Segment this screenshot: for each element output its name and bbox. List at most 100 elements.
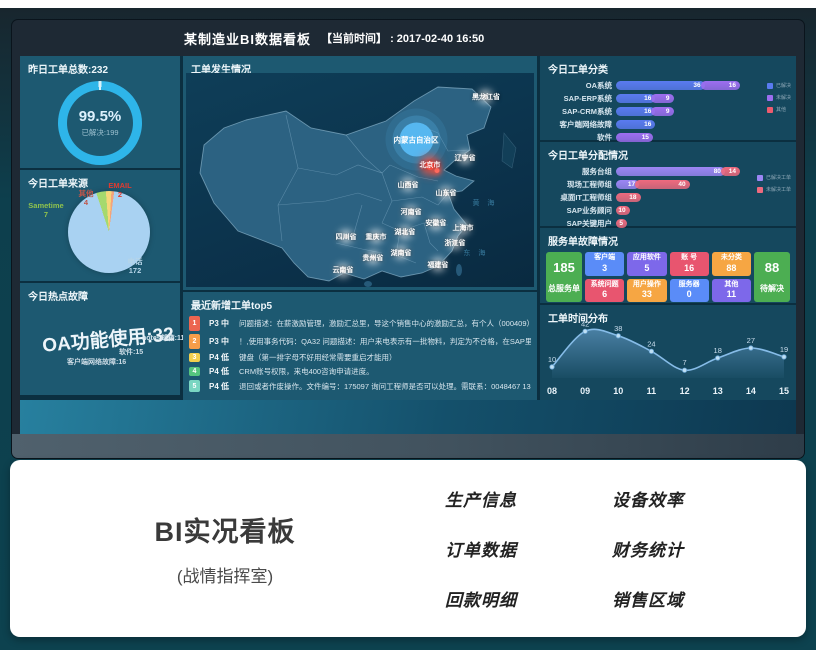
data-point[interactable] [682, 368, 686, 372]
china-map[interactable]: 黑龙江省内蒙古自治区辽宁省北京市山西省山东省河南省安徽省上海市四川省重庆市湖北省… [186, 73, 534, 287]
fault-tile: 其他11 [712, 279, 751, 303]
menu-item[interactable]: 生产信息 [445, 486, 517, 511]
priority-badge: 1 [189, 316, 200, 331]
panel-title: 最近新增工单top5 [183, 292, 537, 312]
bar-label: SAP业务顾问 [546, 205, 612, 216]
tile-total-orders: 185 总服务单 [546, 252, 582, 302]
bar-label: 现场工程师组 [546, 179, 612, 190]
data-point[interactable] [749, 346, 753, 350]
top5-row[interactable]: 2P3 中！,使用事务代码：QA32 问题描述：用户来电表示有一批物料，判定为不… [189, 334, 531, 349]
bar-row: SAP-CRM系统169 [546, 105, 790, 118]
bar-track: 3616 [616, 81, 740, 90]
panel-title: 今日工单分类 [540, 56, 796, 76]
data-point[interactable] [583, 329, 587, 333]
data-point[interactable] [649, 349, 653, 353]
map-marker-province[interactable]: 重庆市 [366, 232, 387, 242]
bar-label: SAP-CRM系统 [546, 106, 612, 117]
map-marker-province[interactable]: 山西省 [398, 180, 419, 190]
bar-row: 客户端网络故障16 [546, 118, 790, 131]
top5-row[interactable]: 1P3 中问题描述：在薪激励管理，激励汇总里，导这个销售中心的激励汇总，有个人（… [189, 316, 531, 331]
ticket-text: CRM账号权限，来电400咨询申请进度。 [239, 366, 531, 377]
marker-label: 云南省 [332, 265, 353, 275]
map-marker-province[interactable]: 贵州省 [362, 253, 383, 263]
bar-segment: 16 [616, 94, 655, 103]
data-point[interactable] [782, 355, 786, 359]
card-menu: 生产信息 设备效率订单数据 财务统计回款明细 销售区域 [445, 486, 684, 611]
map-marker-bubble[interactable]: 内蒙古自治区 [394, 134, 439, 145]
map-marker-province[interactable]: 湖北省 [394, 227, 415, 237]
donut-chart: 99.5% 已解决:199 [58, 81, 142, 165]
point-value-label: 10 [548, 355, 556, 364]
tile-value: 5 [644, 263, 649, 274]
data-point[interactable] [716, 356, 720, 360]
map-marker-province[interactable]: 福建省 [427, 260, 448, 270]
menu-item[interactable]: 订单数据 [445, 536, 517, 561]
ticket-text: 问题描述：在薪激励管理，激励汇总里，导这个销售中心的激励汇总，有个人（00040… [239, 318, 531, 329]
map-marker-province[interactable]: 安徽省 [425, 218, 446, 228]
fault-tile: 应用软件5 [627, 252, 666, 276]
menu-item[interactable]: 财务统计 [612, 536, 684, 561]
priority-label: P3 中 [209, 336, 239, 347]
ticket-text: ！,使用事务代码：QA32 问题描述：用户来电表示有一批物料，判定为不合格，在S… [239, 336, 531, 347]
bar-segment: 9 [651, 107, 673, 116]
map-marker-capital[interactable]: 北京市 [419, 160, 440, 170]
dashboard-header: 某制造业BI数据看板 【当前时间】 : 2017-02-40 16:50 [12, 20, 804, 56]
menu-item[interactable]: 销售区域 [612, 586, 684, 611]
bar-track: 1740 [616, 180, 690, 189]
top5-row[interactable]: 3P4 低键盘（第一排字母不好用经常需要重启才能用） [189, 352, 531, 363]
bar-chart-classify: OA系统3616SAP-ERP系统169SAP-CRM系统169客户端网络故障1… [540, 76, 796, 144]
point-value-label: 7 [682, 358, 686, 367]
panel-hotspot-faults: 今日热点故障 OA功能使用:32notes邮箱:11软件:15客户端网络故障:1… [20, 283, 180, 395]
bar-row: OA系统3616 [546, 79, 790, 92]
marker-label: 山东省 [435, 188, 456, 198]
map-marker-province[interactable]: 湖南省 [391, 248, 412, 258]
map-marker-province[interactable]: 山东省 [435, 188, 456, 198]
bar-row: 服务台组8014 [546, 165, 790, 178]
legend-item: 已解决 [767, 82, 791, 89]
pie-slice-label: Sametime7 [28, 202, 63, 219]
bar-row: 现场工程师组 1740 [546, 178, 790, 191]
top5-row[interactable]: 5P4 低退回或者作废操作。文件编号：175097 询问工程师是否可以处理。需联… [189, 380, 531, 392]
tile-label: 用户操作 [633, 281, 661, 289]
tile-label: 其他 [724, 281, 738, 289]
point-value-label: 42 [581, 320, 589, 328]
map-marker-province[interactable]: 河南省 [401, 207, 422, 217]
bar-track: 5 [616, 219, 627, 228]
tile-value: 11 [727, 289, 737, 300]
panel-title: 今日工单来源 [20, 170, 180, 190]
map-marker-province[interactable]: 四川省 [336, 232, 357, 242]
cloud-word: notes邮箱:11 [142, 333, 184, 343]
map-marker-province[interactable]: 上海市 [453, 223, 474, 233]
bar-segment: 80 [616, 167, 725, 176]
dashboard-current-time: 【当前时间】 : 2017-02-40 16:50 [321, 30, 484, 46]
line-chart-time: 1008420938102411712181327141915 [544, 320, 792, 398]
dashboard-screen: 昨日工单总数:232 99.5% 已解决:199 今日工单来源 Sametime… [20, 56, 796, 400]
fault-tile: 用户操作33 [627, 279, 666, 303]
priority-badge: 4 [189, 367, 200, 376]
legend-swatch [767, 95, 773, 101]
top5-row[interactable]: 4P4 低CRM账号权限，来电400咨询申请进度。 [189, 366, 531, 377]
legend-swatch [757, 187, 763, 193]
fault-tiles: 185 总服务单 客户端3应用软件5账 号16未分类88系统问题6用户操作33服… [540, 248, 796, 302]
map-marker-province[interactable]: 云南省 [332, 265, 353, 275]
data-point[interactable] [616, 334, 620, 338]
menu-item[interactable]: 回款明细 [445, 586, 517, 611]
panel-order-classification: 今日工单分类 OA系统3616SAP-ERP系统169SAP-CRM系统169客… [540, 56, 796, 140]
bar-segment: 10 [616, 206, 630, 215]
menu-item[interactable]: 设备效率 [612, 486, 684, 511]
marker-label: 黑龙江省 [472, 92, 500, 102]
bar-segment: 9 [651, 94, 673, 103]
sea-label: 黄 海 [472, 198, 497, 208]
map-marker-province[interactable]: 黑龙江省 [472, 92, 500, 102]
legend-swatch [767, 107, 773, 113]
marker-label: 湖北省 [394, 227, 415, 237]
data-point[interactable] [550, 365, 554, 369]
x-axis-label: 10 [613, 386, 623, 396]
map-marker-province[interactable]: 辽宁省 [455, 153, 476, 163]
marker-label: 安徽省 [425, 218, 446, 228]
point-value-label: 24 [647, 339, 655, 348]
tile-label: 账 号 [681, 254, 697, 262]
x-axis-label: 13 [713, 386, 723, 396]
map-marker-province[interactable]: 浙江省 [445, 238, 466, 248]
legend-item: 未解决 [767, 94, 791, 101]
